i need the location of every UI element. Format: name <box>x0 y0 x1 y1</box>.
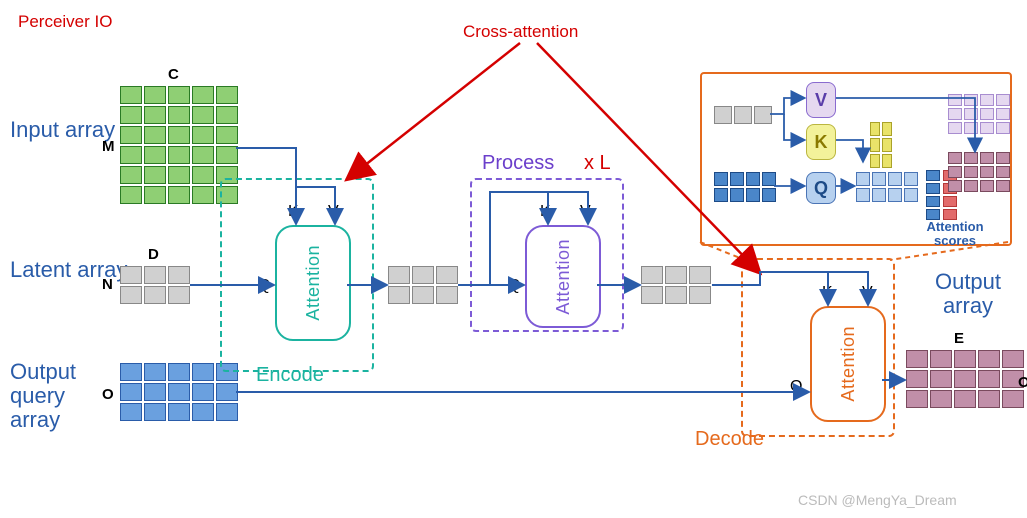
arrows-layer <box>0 0 1027 518</box>
red-arrow-to-encode <box>350 43 520 177</box>
watermark: CSDN @MengYa_Dream <box>798 492 957 508</box>
red-arrow-to-decode <box>537 43 757 270</box>
